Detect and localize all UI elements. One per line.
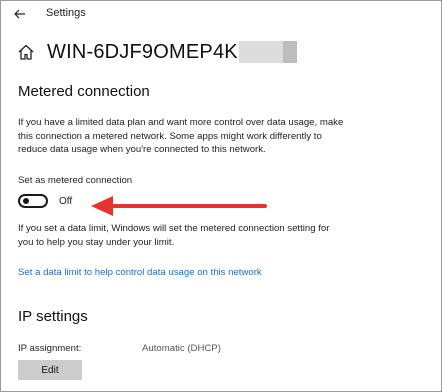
- redaction-block-dark: [282, 41, 297, 63]
- back-arrow-icon: [14, 9, 25, 19]
- ip-settings-heading: IP settings: [18, 308, 88, 325]
- metered-toggle-row: Off: [18, 194, 72, 208]
- page-title: WIN-6DJF9OMEP4K: [47, 40, 238, 63]
- redaction-block: [238, 41, 283, 63]
- metered-connection-toggle[interactable]: [18, 194, 48, 208]
- metered-toggle-label: Set as metered connection: [18, 175, 133, 186]
- data-limit-info: If you set a data limit, Windows will se…: [18, 223, 330, 248]
- toggle-knob: [23, 198, 29, 204]
- page-header: WIN-6DJF9OMEP4K: [17, 37, 297, 67]
- edit-ip-button[interactable]: Edit: [18, 360, 82, 380]
- title-bar: Settings: [1, 1, 441, 27]
- ip-assignment-label: IP assignment:: [18, 343, 82, 354]
- home-icon[interactable]: [17, 43, 35, 61]
- set-data-limit-link[interactable]: Set a data limit to help control data us…: [18, 267, 262, 278]
- annotation-arrow-icon: [91, 196, 267, 216]
- metered-description: If you have a limited data plan and want…: [18, 117, 344, 155]
- toggle-state-text: Off: [59, 195, 73, 207]
- app-title: Settings: [46, 7, 86, 19]
- metered-connection-heading: Metered connection: [18, 83, 150, 100]
- ip-assignment-value: Automatic (DHCP): [142, 343, 221, 354]
- settings-window: Settings WIN-6DJF9OMEP4K Metered connect…: [0, 0, 442, 392]
- back-button[interactable]: [10, 4, 30, 24]
